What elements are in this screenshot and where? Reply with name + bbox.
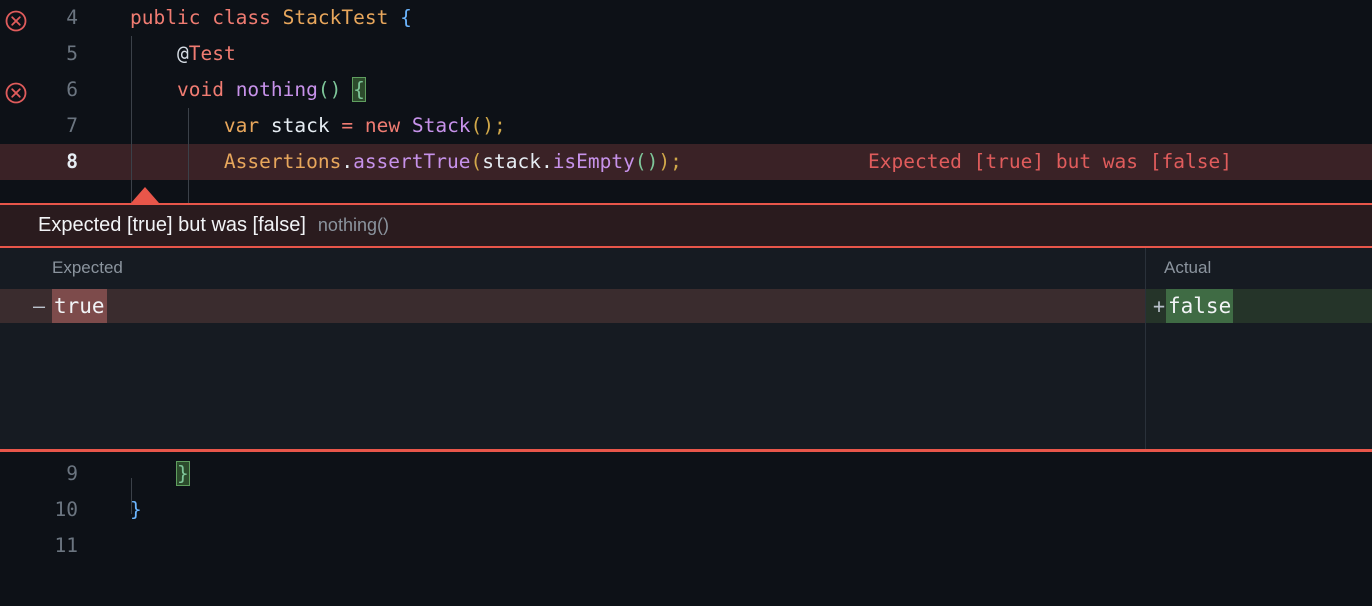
line-number: 6: [66, 78, 78, 101]
code-line-4[interactable]: 4 public class StackTest {: [0, 0, 1372, 36]
code-token: (: [470, 150, 483, 173]
code-token: new: [364, 114, 401, 137]
code-token: Test: [188, 42, 236, 65]
code-line-5[interactable]: 5 @Test: [0, 36, 1372, 72]
code-line-text: Assertions.assertTrue(stack.isEmpty());: [130, 144, 682, 180]
code-token: (): [634, 150, 659, 173]
code-token: (): [470, 114, 495, 137]
code-token: ;: [494, 114, 506, 137]
ide-test-failure-view: 4 public class StackTest {5 @Test 6 void n…: [0, 0, 1372, 606]
indent-guide: [131, 478, 132, 514]
line-number: 10: [54, 498, 78, 521]
code-line-10[interactable]: 10}: [0, 492, 1372, 528]
code-line-text: }: [130, 456, 190, 492]
diff-actual-label: Actual: [1164, 258, 1212, 277]
code-line-text: @Test: [130, 36, 236, 72]
error-banner-title: Expected [true] but was [false]: [38, 214, 306, 236]
code-line-text: public class StackTest {: [130, 0, 412, 36]
line-number: 9: [66, 462, 78, 485]
error-banner-test-name: nothing(): [317, 215, 389, 235]
code-line-text: void nothing() {: [130, 72, 366, 108]
code-token: (): [317, 78, 342, 101]
code-token: .: [540, 150, 553, 173]
error-banner[interactable]: Expected [true] but was [false] nothing(…: [0, 203, 1372, 248]
code-token: Assertions: [223, 150, 342, 173]
error-banner-pointer: [131, 187, 159, 203]
code-token: stack: [482, 150, 541, 173]
line-number: 4: [66, 6, 78, 29]
indent-guide: [131, 36, 132, 203]
diff-actual-value: false: [1166, 289, 1234, 323]
code-line-9[interactable]: 9 }: [0, 456, 1372, 492]
code-token: .: [341, 150, 354, 173]
diff-panel: Expected Actual — true + false: [0, 248, 1372, 452]
code-token: Stack: [411, 114, 471, 137]
code-token: stack: [270, 114, 330, 137]
code-line-text: var stack = new Stack();: [130, 108, 506, 144]
diff-expected-label: Expected: [52, 258, 123, 277]
line-number: 7: [66, 114, 78, 137]
diff-pane-divider[interactable]: [1145, 248, 1146, 449]
code-token: var: [223, 114, 260, 137]
line-number: 11: [54, 534, 78, 557]
code-token: @: [176, 42, 189, 65]
code-token: class: [212, 6, 271, 29]
code-token: {: [352, 77, 366, 102]
code-line-7[interactable]: 7 var stack = new Stack();: [0, 108, 1372, 144]
diff-row-actual[interactable]: + false: [1146, 289, 1372, 323]
diff-expected-value: true: [52, 289, 107, 323]
code-token: public: [130, 6, 201, 29]
code-token: nothing: [235, 78, 318, 101]
code-line-11[interactable]: 11: [0, 528, 1372, 564]
editor-pane-bottom[interactable]: 9 } 10} 11: [0, 456, 1372, 606]
code-token: ;: [670, 150, 682, 173]
code-token: void: [176, 78, 224, 101]
code-line-8[interactable]: 8 Assertions.assertTrue(stack.isEmpty())…: [0, 144, 1372, 180]
code-token: assertTrue: [353, 150, 471, 173]
code-token: {: [400, 6, 412, 29]
indent-guide: [188, 108, 189, 203]
line-number: 5: [66, 42, 78, 65]
inline-error-hint: Expected [true] but was [false]: [868, 150, 1232, 173]
code-line-6[interactable]: 6 void nothing() {: [0, 72, 1372, 108]
code-token: StackTest: [282, 6, 389, 29]
code-token: ): [658, 150, 671, 173]
code-token: }: [175, 461, 190, 486]
code-token: isEmpty: [552, 150, 635, 173]
line-number: 8: [66, 150, 78, 173]
editor-pane-top[interactable]: 4 public class StackTest {5 @Test 6 void n…: [0, 0, 1372, 203]
code-token: =: [341, 114, 354, 137]
diff-row-expected[interactable]: — true: [0, 289, 1145, 323]
diff-removed-marker-icon: —: [32, 294, 46, 318]
